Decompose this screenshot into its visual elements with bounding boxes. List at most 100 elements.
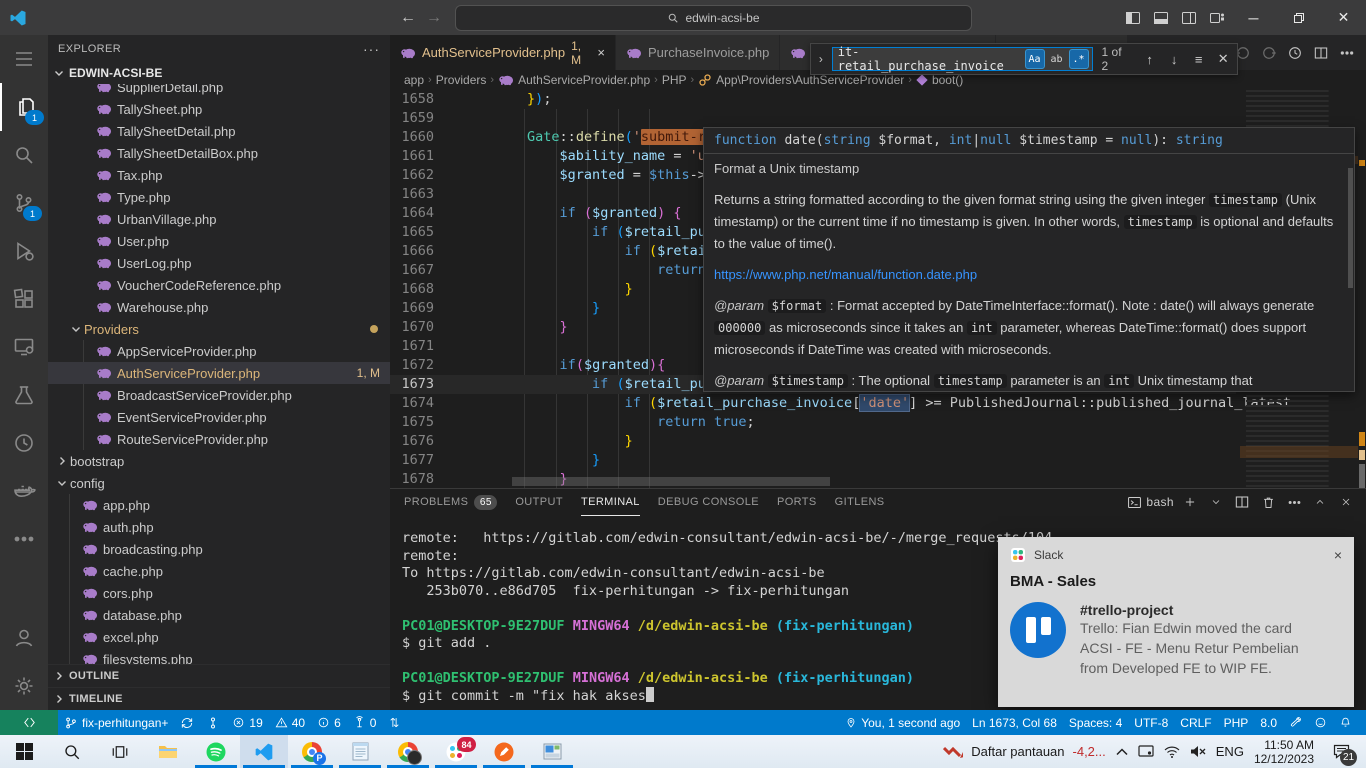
breadcrumb-item[interactable]: app (404, 73, 424, 87)
toggle-sidebar-icon[interactable] (1119, 4, 1147, 32)
notification-center[interactable]: 21 (1324, 735, 1358, 768)
panel-tab-problems[interactable]: PROBLEMS65 (404, 489, 497, 515)
command-center-search[interactable]: edwin-acsi-be (455, 5, 972, 31)
tree-item-RouteServiceProvider.php[interactable]: RouteServiceProvider.php (48, 428, 390, 450)
tree-item-Providers[interactable]: Providers (48, 318, 390, 340)
outline-section[interactable]: OUTLINE (48, 664, 390, 687)
breadcrumb-item[interactable]: AuthServiceProvider.php (498, 72, 650, 88)
panel-tab-debug-console[interactable]: DEBUG CONSOLE (658, 489, 759, 515)
find-in-selection-icon[interactable]: ≡ (1189, 49, 1209, 69)
status-errors[interactable]: 19 (226, 710, 268, 735)
status-cursor-position[interactable]: Ln 1673, Col 68 (966, 710, 1063, 735)
activity-remote-explorer[interactable] (0, 323, 48, 371)
status-encoding[interactable]: UTF-8 (1128, 710, 1174, 735)
panel-tab-gitlens[interactable]: GITLENS (835, 489, 885, 515)
taskbar-spotify[interactable] (192, 735, 240, 768)
whole-word-toggle[interactable]: ab (1048, 50, 1066, 68)
status-sync[interactable] (174, 710, 200, 735)
status-remote-indicator[interactable] (0, 710, 58, 735)
split-terminal-button[interactable] (1232, 492, 1252, 512)
activity-account[interactable] (0, 614, 48, 662)
status-language-mode[interactable]: PHP (1218, 710, 1255, 735)
activity-ellipsis[interactable] (0, 515, 48, 563)
tree-item-broadcasting.php[interactable]: broadcasting.php (48, 538, 390, 560)
taskbar-vscode[interactable] (240, 735, 288, 768)
find-previous-icon[interactable]: ↑ (1140, 49, 1160, 69)
close-panel-button[interactable] (1336, 492, 1356, 512)
timeline-section[interactable]: TIMELINE (48, 687, 390, 710)
tree-item-bootstrap[interactable]: bootstrap (48, 450, 390, 472)
clock[interactable]: 11:50 AM 12/12/2023 (1254, 738, 1314, 766)
tree-item-EventServiceProvider.php[interactable]: EventServiceProvider.php (48, 406, 390, 428)
tree-item-VoucherCodeReference.php[interactable]: VoucherCodeReference.php (48, 274, 390, 296)
terminal-shell-selector[interactable]: bash (1127, 495, 1174, 510)
tree-item-Tax.php[interactable]: Tax.php (48, 164, 390, 186)
activity-test-flask[interactable] (0, 371, 48, 419)
nav-forward-icon[interactable]: → (421, 5, 447, 31)
terminal-dropdown[interactable] (1206, 492, 1226, 512)
tree-item-cors.php[interactable]: cors.php (48, 582, 390, 604)
taskbar-pen-app[interactable] (480, 735, 528, 768)
breadcrumb-item[interactable]: PHP (662, 73, 687, 87)
taskbar-notepad[interactable] (336, 735, 384, 768)
breadcrumb-item[interactable]: boot() (916, 73, 963, 87)
status-eol[interactable]: CRLF (1174, 710, 1217, 735)
kill-terminal-button[interactable] (1258, 492, 1278, 512)
code-line-1674[interactable]: 1674 if ($retail_purchase_invoice['date'… (390, 394, 1366, 413)
code-line-1675[interactable]: 1675 return true; (390, 413, 1366, 432)
new-terminal-button[interactable] (1180, 492, 1200, 512)
more-actions[interactable] (1336, 42, 1358, 64)
status-ports[interactable]: 0 (347, 710, 383, 735)
code-line-1659[interactable]: 1659 (390, 109, 1366, 128)
volume-muted-icon[interactable] (1190, 745, 1206, 758)
panel-more-actions[interactable] (1284, 492, 1304, 512)
activity-history-clock[interactable] (0, 419, 48, 467)
timeline-button[interactable] (1284, 42, 1306, 64)
maximize-panel-button[interactable] (1310, 492, 1330, 512)
taskbar-photos-app[interactable] (528, 735, 576, 768)
tree-item-AuthServiceProvider.php[interactable]: AuthServiceProvider.php1, M (48, 362, 390, 384)
hover-scrollbar[interactable] (1348, 168, 1353, 288)
tree-item-BroadcastServiceProvider.php[interactable]: BroadcastServiceProvider.php (48, 384, 390, 406)
breadcrumb-item[interactable]: Providers (436, 73, 487, 87)
tree-item-TallySheet.php[interactable]: TallySheet.php (48, 98, 390, 120)
language-indicator[interactable]: ENG (1216, 744, 1244, 759)
project-section-header[interactable]: EDWIN-ACSI-BE (48, 62, 390, 84)
activity-docker-whale[interactable] (0, 467, 48, 515)
find-close-icon[interactable]: ✕ (1213, 49, 1233, 69)
toggle-secondary-sidebar-icon[interactable] (1175, 4, 1203, 32)
tab-close-icon[interactable]: × (597, 45, 605, 60)
code-line-1677[interactable]: 1677 } (390, 451, 1366, 470)
status-notifications[interactable] (1333, 710, 1358, 735)
find-next-icon[interactable]: ↓ (1164, 49, 1184, 69)
tree-item-UserLog.php[interactable]: UserLog.php (48, 252, 390, 274)
code-line-1676[interactable]: 1676 } (390, 432, 1366, 451)
match-case-toggle[interactable]: Aa (1025, 49, 1045, 69)
activity-source-control[interactable]: 1 (0, 179, 48, 227)
minimize-button[interactable]: ─ (1231, 0, 1276, 35)
status-compare[interactable] (382, 710, 407, 735)
nav-back-icon[interactable]: ← (395, 5, 421, 31)
slack-notification-toast[interactable]: Slack × BMA - Sales #trello-project Trel… (998, 537, 1354, 707)
tree-item-config[interactable]: config (48, 472, 390, 494)
find-input[interactable]: it-retail_purchase_invoice Aa ab .* (832, 47, 1093, 71)
activity-run-debug[interactable] (0, 227, 48, 275)
find-expand-icon[interactable]: › (815, 52, 827, 66)
status-tools[interactable] (1283, 710, 1308, 735)
split-editor-button[interactable] (1310, 42, 1332, 64)
cast-icon[interactable] (1138, 745, 1154, 758)
tree-item-filesystems.php[interactable]: filesystems.php (48, 648, 390, 664)
panel-tab-ports[interactable]: PORTS (777, 489, 817, 515)
tree-item-database.php[interactable]: database.php (48, 604, 390, 626)
tree-item-TallySheetDetail.php[interactable]: TallySheetDetail.php (48, 120, 390, 142)
status-warnings[interactable]: 40 (269, 710, 311, 735)
breadcrumb-item[interactable]: App\Providers\AuthServiceProvider (698, 73, 904, 87)
tree-item-Type.php[interactable]: Type.php (48, 186, 390, 208)
wifi-icon[interactable] (1164, 746, 1180, 758)
panel-tab-terminal[interactable]: TERMINAL (581, 489, 640, 516)
close-window-button[interactable]: ✕ (1321, 0, 1366, 35)
status-indentation[interactable]: Spaces: 4 (1063, 710, 1128, 735)
status-gitlens[interactable] (200, 710, 226, 735)
status-feedback[interactable] (1308, 710, 1333, 735)
horizontal-scrollbar[interactable] (512, 477, 830, 486)
